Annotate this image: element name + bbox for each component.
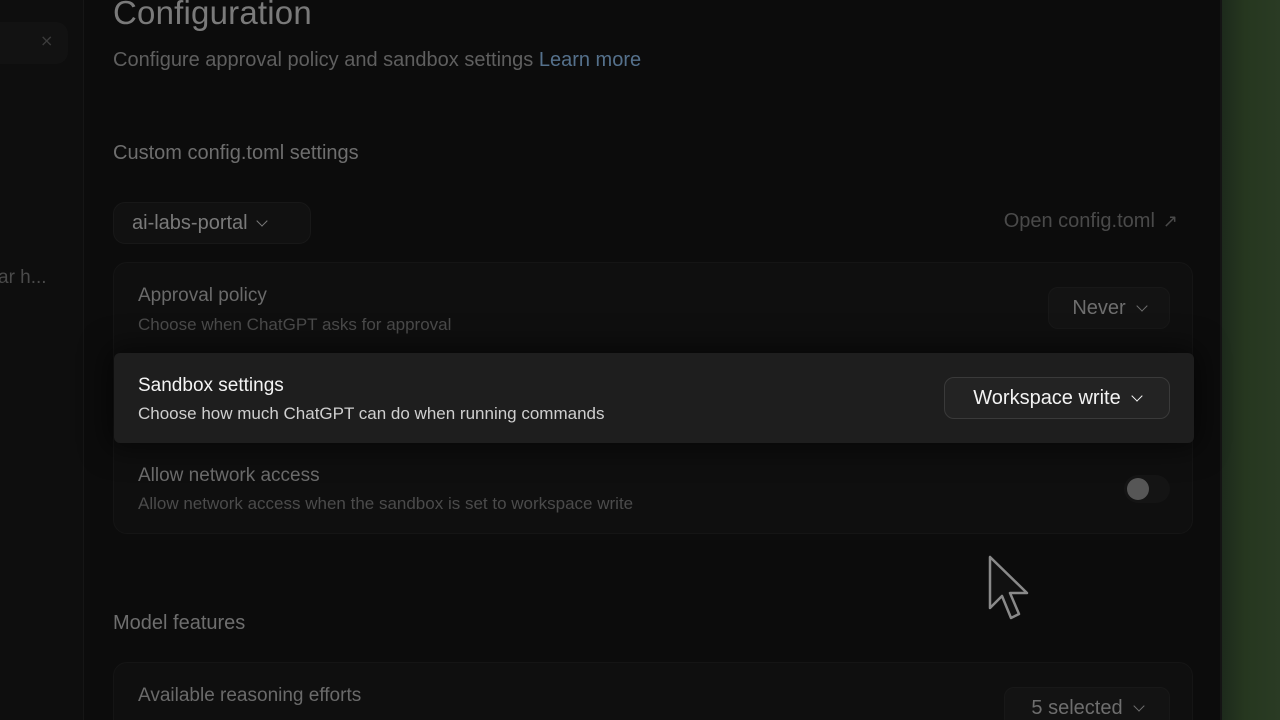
sandbox-settings-desc: Choose how much ChatGPT can do when runn… (138, 404, 605, 423)
mouse-cursor-icon (988, 555, 1029, 620)
sandbox-settings-value: Workspace write (973, 386, 1121, 409)
toggle-knob (1127, 478, 1149, 500)
right-panel-strip (1222, 0, 1280, 720)
close-icon[interactable]: × (40, 31, 53, 50)
chevron-down-icon (1136, 300, 1148, 312)
learn-more-link[interactable]: Learn more (539, 49, 641, 71)
network-access-title: Allow network access (138, 465, 320, 486)
approval-policy-value: Never (1072, 296, 1126, 319)
reasoning-efforts-title: Available reasoning efforts (138, 685, 362, 706)
custom-config-heading: Custom config.toml settings (113, 142, 359, 164)
sandbox-settings-dropdown[interactable]: Workspace write (944, 377, 1170, 419)
model-features-card: Available reasoning efforts 5 selected (113, 662, 1193, 720)
page-subtitle-text: Configure approval policy and sandbox se… (113, 49, 534, 71)
sidebar-chip[interactable] (0, 22, 68, 64)
config-settings-card: Approval policy Choose when ChatGPT asks… (113, 262, 1194, 534)
sandbox-settings-title: Sandbox settings (138, 375, 284, 396)
model-features-heading: Model features (113, 612, 246, 634)
chevron-down-icon (1131, 390, 1143, 402)
open-config-link[interactable]: Open config.toml ↗ (1004, 210, 1178, 233)
chevron-down-icon (255, 215, 268, 227)
reasoning-efforts-row: Available reasoning efforts 5 selected (114, 663, 1194, 720)
network-access-toggle[interactable] (1124, 475, 1170, 503)
left-sidebar: × ar h... (0, 0, 84, 720)
open-config-label: Open config.toml (1003, 210, 1155, 232)
approval-policy-dropdown[interactable]: Never (1048, 287, 1170, 329)
chevron-down-icon (1132, 700, 1145, 712)
project-select[interactable]: ai-labs-portal (113, 202, 311, 244)
reasoning-efforts-value: 5 selected (1031, 696, 1123, 719)
project-select-value: ai-labs-portal (132, 211, 248, 234)
approval-policy-title: Approval policy (138, 285, 267, 306)
page-subtitle: Configure approval policy and sandbox se… (113, 49, 641, 72)
reasoning-efforts-dropdown[interactable]: 5 selected (1004, 687, 1170, 720)
approval-policy-desc: Choose when ChatGPT asks for approval (138, 315, 452, 334)
approval-policy-row: Approval policy Choose when ChatGPT asks… (114, 263, 1194, 353)
network-access-row: Allow network access Allow network acces… (114, 443, 1194, 533)
page-title: Configuration (113, 0, 312, 31)
sandbox-settings-row: Sandbox settings Choose how much ChatGPT… (114, 353, 1194, 443)
settings-main: Configuration Configure approval policy … (85, 0, 1220, 720)
sidebar-truncated-item[interactable]: ar h... (0, 267, 47, 289)
external-link-icon: ↗ (1162, 211, 1178, 232)
network-access-desc: Allow network access when the sandbox is… (138, 494, 634, 513)
